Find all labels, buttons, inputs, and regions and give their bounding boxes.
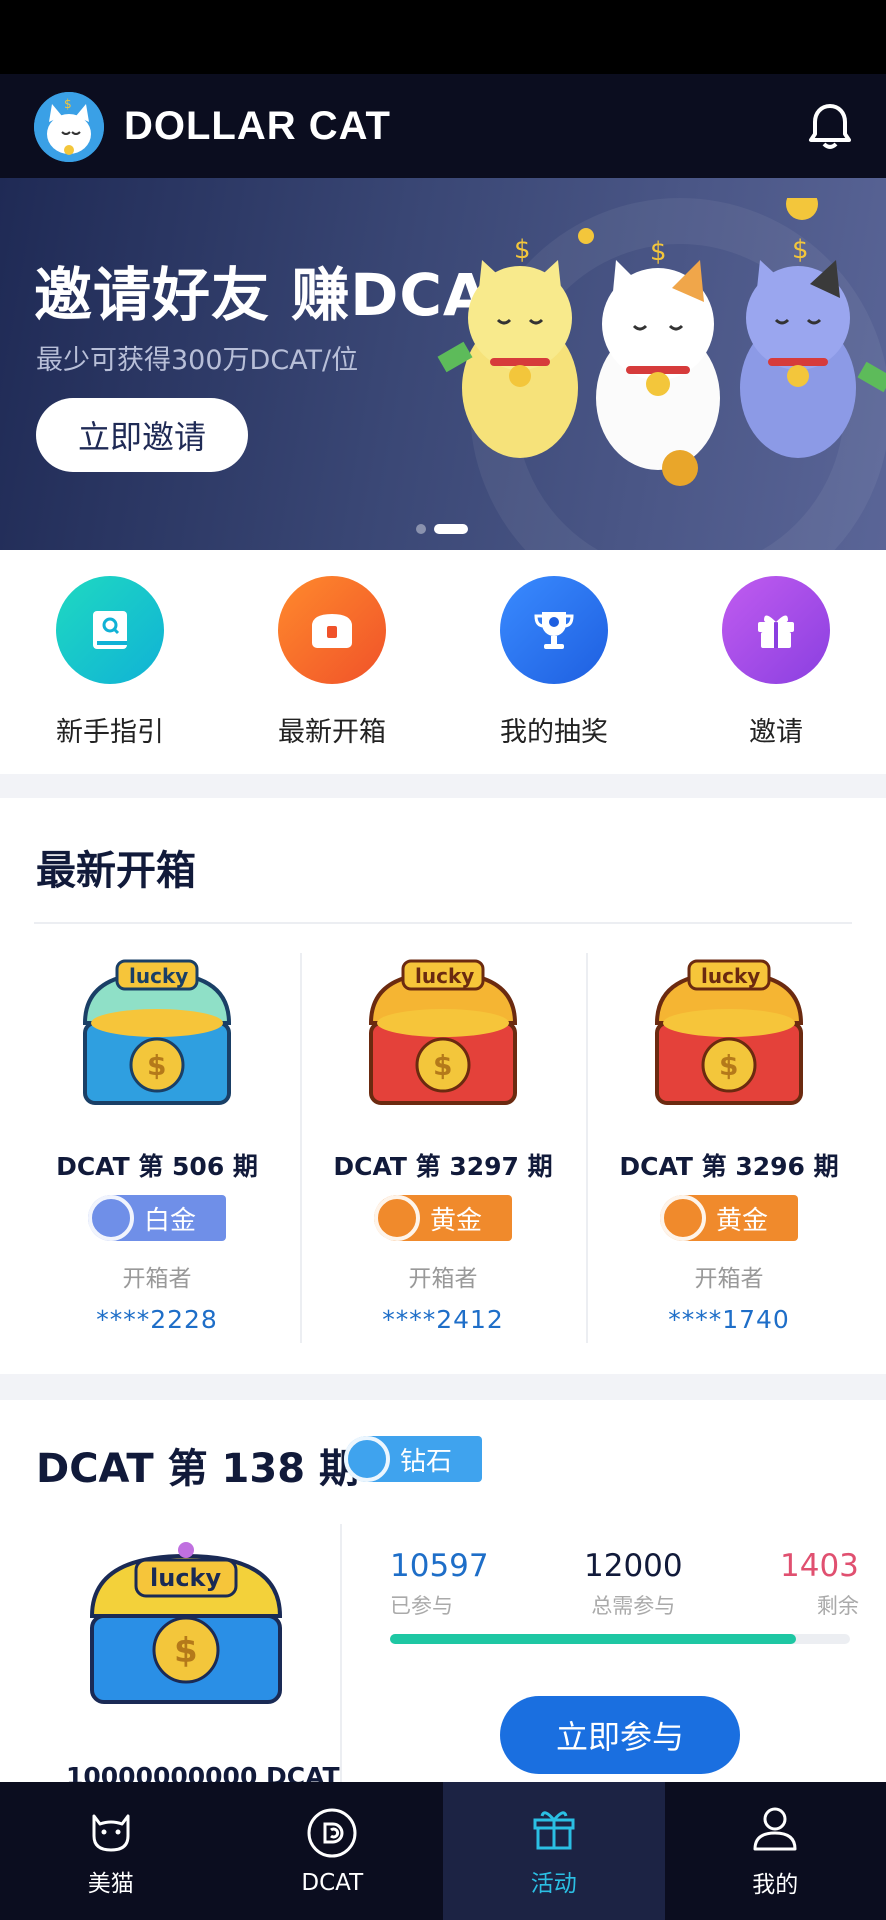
latest-boxes-section: 最新开箱 $ lucky DCAT 第 506 期 白金 开箱者 ****222… xyxy=(0,798,886,1374)
book-icon xyxy=(56,576,164,684)
tier-badge: 钻石 xyxy=(344,1436,482,1482)
stat-remaining: 1403 剩余 xyxy=(780,1548,859,1620)
gift-icon xyxy=(722,576,830,684)
opener-value: ****2228 xyxy=(96,1305,218,1334)
box-name: DCAT 第 3296 期 xyxy=(619,1152,839,1181)
stat-label: 总需参与 xyxy=(591,1594,676,1618)
svg-text:lucky: lucky xyxy=(150,1564,222,1592)
quick-actions: 新手指引 最新开箱 我的抽奖 邀请 xyxy=(0,550,886,774)
quick-label: 我的抽奖 xyxy=(500,717,608,748)
diamond-chest-icon: $ lucky xyxy=(89,1542,283,1704)
svg-text:$: $ xyxy=(174,1631,198,1671)
stat-label: 已参与 xyxy=(390,1594,453,1618)
box-card[interactable]: $ lucky DCAT 第 3296 期 黄金 开箱者 ****1740 xyxy=(586,953,872,1343)
tab-label: 美猫 xyxy=(87,1871,134,1897)
chest-icon xyxy=(278,576,386,684)
tab-dcat[interactable]: DCAT xyxy=(222,1782,444,1920)
gift-box-icon xyxy=(533,1811,575,1850)
box-name: DCAT 第 506 期 xyxy=(56,1152,258,1181)
tab-label: DCAT xyxy=(301,1870,364,1896)
divider xyxy=(340,1524,342,1782)
svg-text:lucky: lucky xyxy=(701,964,760,988)
stat-value: 10597 xyxy=(390,1548,489,1584)
stat-value: 1403 xyxy=(780,1548,859,1584)
join-now-button[interactable]: 立即参与 xyxy=(500,1696,740,1774)
quick-label: 最新开箱 xyxy=(278,717,386,748)
tab-label: 活动 xyxy=(530,1871,577,1897)
divider xyxy=(34,922,852,924)
tier-badge: 黄金 xyxy=(374,1195,512,1241)
stat-value: 12000 xyxy=(584,1548,683,1584)
coin-icon xyxy=(344,1436,390,1482)
opener-value: ****2412 xyxy=(382,1305,504,1334)
stat-total: 12000 总需参与 xyxy=(584,1548,683,1620)
svg-text:$: $ xyxy=(147,1049,166,1082)
coin-icon xyxy=(660,1195,706,1241)
promo-banner[interactable]: 邀请好友 赚DCAT 最少可获得300万DCAT/位 立即邀请 $ $ $ xyxy=(0,178,886,550)
section-title: 最新开箱 xyxy=(36,848,196,894)
stat-joined: 10597 已参与 xyxy=(390,1548,489,1620)
svg-text:$: $ xyxy=(433,1049,452,1082)
current-round-section: DCAT 第 138 期 钻石 $ lucky 10000000000 DCAT… xyxy=(0,1400,886,1782)
app-header: $ DOLLAR CAT xyxy=(0,74,886,178)
quick-item-latest-boxes[interactable]: 最新开箱 xyxy=(232,576,432,749)
quick-item-my-lottery[interactable]: 我的抽奖 xyxy=(454,576,654,749)
tier-label: 钻石 xyxy=(400,1446,453,1477)
cat-logo-icon: $ xyxy=(34,92,104,162)
dcat-coin-icon xyxy=(307,1808,357,1858)
tab-mine[interactable]: 我的 xyxy=(665,1782,886,1920)
tier-badge: 黄金 xyxy=(660,1195,798,1241)
coin-icon xyxy=(374,1195,420,1241)
box-card[interactable]: $ lucky DCAT 第 3297 期 黄金 开箱者 ****2412 xyxy=(300,953,586,1343)
participation-progress xyxy=(390,1634,850,1644)
quick-label: 邀请 xyxy=(749,717,803,748)
svg-text:$: $ xyxy=(64,97,72,111)
carousel-dot[interactable] xyxy=(416,524,426,534)
trophy-icon xyxy=(500,576,608,684)
app-title: DOLLAR CAT xyxy=(124,104,391,148)
opener-label: 开箱者 xyxy=(122,1266,192,1292)
stat-label: 剩余 xyxy=(816,1594,859,1618)
opener-label: 开箱者 xyxy=(694,1266,764,1292)
quick-label: 新手指引 xyxy=(56,717,164,748)
gold-chest-icon: $ lucky xyxy=(368,959,518,1105)
prize-amount: 10000000000 DCAT xyxy=(66,1762,340,1782)
invite-now-button[interactable]: 立即邀请 xyxy=(36,398,248,472)
svg-text:$: $ xyxy=(514,235,531,265)
svg-text:lucky: lucky xyxy=(129,964,188,988)
svg-text:$: $ xyxy=(719,1049,738,1082)
tab-label: 我的 xyxy=(752,1872,799,1898)
svg-text:$: $ xyxy=(792,235,809,265)
platinum-chest-icon: $ lucky xyxy=(82,959,232,1105)
box-card[interactable]: $ lucky DCAT 第 506 期 白金 开箱者 ****2228 xyxy=(14,953,300,1343)
quick-item-guide[interactable]: 新手指引 xyxy=(10,576,210,749)
quick-item-invite[interactable]: 邀请 xyxy=(676,576,876,749)
tier-label: 黄金 xyxy=(430,1205,483,1236)
tier-badge: 白金 xyxy=(88,1195,226,1241)
user-icon xyxy=(753,1807,797,1851)
gold-chest-icon: $ lucky xyxy=(654,959,804,1105)
svg-text:lucky: lucky xyxy=(415,964,474,988)
svg-text:$: $ xyxy=(650,237,667,267)
bell-icon[interactable] xyxy=(802,98,858,154)
banner-subtitle: 最少可获得300万DCAT/位 xyxy=(36,345,359,376)
lucky-cats-illustration: $ $ $ xyxy=(437,198,886,486)
tab-activity[interactable]: 活动 xyxy=(443,1782,665,1920)
opener-label: 开箱者 xyxy=(408,1266,478,1292)
progress-fill xyxy=(390,1634,797,1644)
tier-label: 白金 xyxy=(144,1205,197,1236)
status-bar xyxy=(0,0,886,74)
tab-cat[interactable]: 美猫 xyxy=(0,1782,222,1920)
carousel-indicator[interactable] xyxy=(416,524,468,534)
tier-label: 黄金 xyxy=(716,1205,769,1236)
carousel-dot-active[interactable] xyxy=(434,524,468,534)
coin-icon xyxy=(88,1195,134,1241)
box-name: DCAT 第 3297 期 xyxy=(333,1152,553,1181)
cat-face-icon xyxy=(92,1814,130,1852)
round-title: DCAT 第 138 期 xyxy=(36,1446,359,1492)
bottom-tab-bar: 美猫 DCAT 活动 我的 xyxy=(0,1782,886,1920)
opener-value: ****1740 xyxy=(668,1305,790,1334)
